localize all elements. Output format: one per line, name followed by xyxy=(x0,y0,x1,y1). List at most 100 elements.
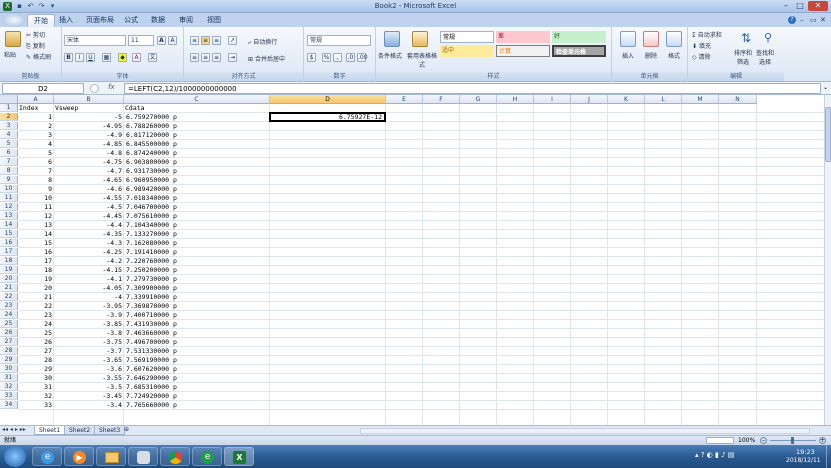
cell-index[interactable]: 31 xyxy=(20,383,52,391)
cell-index[interactable]: 20 xyxy=(20,284,52,292)
cell-vsweep[interactable]: -4.95 xyxy=(56,122,122,130)
row-header[interactable]: 11 xyxy=(0,194,18,202)
row-header[interactable]: 33 xyxy=(0,392,18,400)
cell-cdata[interactable]: 7.724920000 p xyxy=(126,392,268,400)
row-header[interactable]: 1 xyxy=(0,104,18,112)
chrome-taskbar-icon[interactable] xyxy=(160,447,190,466)
format-cells-icon[interactable] xyxy=(666,31,682,47)
cell-index[interactable]: 6 xyxy=(20,158,52,166)
ie-taskbar-icon[interactable]: e xyxy=(32,447,62,466)
column-header-g[interactable]: G xyxy=(460,95,497,104)
app-taskbar-icon[interactable] xyxy=(128,447,158,466)
row-header[interactable]: 18 xyxy=(0,257,18,265)
font-size-select[interactable]: 11 xyxy=(128,35,154,46)
find-select-label[interactable]: 查找和选择 xyxy=(754,48,776,66)
office-button[interactable] xyxy=(2,13,26,27)
cell-cdata[interactable]: 7.220760000 p xyxy=(126,257,268,265)
cell-vsweep[interactable]: -3.75 xyxy=(56,338,122,346)
sheet-tab-1[interactable]: Sheet1 xyxy=(34,426,66,435)
tab-page-layout[interactable]: 页面布局 xyxy=(80,14,120,27)
row-header[interactable]: 20 xyxy=(0,275,18,283)
cell-style-neutral[interactable]: 适中 xyxy=(440,45,494,57)
header-cell-cdata[interactable]: Cdata xyxy=(125,104,269,112)
undo-icon[interactable]: ↶ xyxy=(26,2,35,11)
paste-label[interactable]: 粘贴 xyxy=(4,50,16,59)
cell-index[interactable]: 4 xyxy=(20,140,52,148)
row-header[interactable]: 2 xyxy=(0,113,18,121)
column-header-h[interactable]: H xyxy=(497,95,534,104)
cell-vsweep[interactable]: -4.75 xyxy=(56,158,122,166)
row-header[interactable]: 6 xyxy=(0,149,18,157)
cell-cdata[interactable]: 7.339910000 p xyxy=(126,293,268,301)
cell-cdata[interactable]: 6.989420000 p xyxy=(126,185,268,193)
maximize-button[interactable]: □ xyxy=(794,1,806,11)
currency-icon[interactable]: $ xyxy=(307,53,316,62)
row-header[interactable]: 26 xyxy=(0,329,18,337)
cell-cdata[interactable]: 7.133270000 p xyxy=(126,230,268,238)
zoom-slider-thumb[interactable] xyxy=(791,437,794,444)
ribbon-close-icon[interactable]: ✕ xyxy=(820,16,826,24)
clear-button[interactable]: ◇ 清除 xyxy=(692,52,711,61)
redo-icon[interactable]: ↷ xyxy=(37,2,46,11)
cell-vsweep[interactable]: -4.2 xyxy=(56,257,122,265)
column-header-m[interactable]: M xyxy=(682,95,719,104)
cell-vsweep[interactable]: -3.8 xyxy=(56,329,122,337)
cell-vsweep[interactable]: -4.15 xyxy=(56,266,122,274)
merge-center-button[interactable]: ⊞ 合并后居中 xyxy=(248,54,285,63)
column-header-l[interactable]: L xyxy=(645,95,682,104)
row-header[interactable]: 9 xyxy=(0,176,18,184)
zoom-out-icon[interactable]: – xyxy=(760,437,767,444)
tab-review[interactable]: 审阅 xyxy=(173,14,199,27)
cell-cdata[interactable]: 6.788260000 p xyxy=(126,122,268,130)
sheet-tab-2[interactable]: Sheet2 xyxy=(64,426,96,435)
cell-vsweep[interactable]: -4.6 xyxy=(56,185,122,193)
ribbon-restore-icon[interactable]: ▭ xyxy=(810,16,817,24)
number-format-select[interactable]: 常规 xyxy=(307,35,371,46)
row-header[interactable]: 29 xyxy=(0,356,18,364)
cell-cdata[interactable]: 6.817120000 p xyxy=(126,131,268,139)
cell-index[interactable]: 33 xyxy=(20,401,52,409)
indent-icon[interactable]: ⇥ xyxy=(228,53,237,62)
vertical-scrollbar[interactable] xyxy=(824,95,831,425)
minimize-button[interactable]: – xyxy=(780,1,792,11)
cell-style-good[interactable]: 好 xyxy=(552,31,606,43)
column-header-a[interactable]: A xyxy=(18,95,54,104)
cell-vsweep[interactable]: -3.9 xyxy=(56,311,122,319)
cell-index[interactable]: 8 xyxy=(20,176,52,184)
paste-icon[interactable] xyxy=(5,31,21,47)
cell-vsweep[interactable]: -3.45 xyxy=(56,392,122,400)
clock-time[interactable]: 19:23 xyxy=(796,448,815,456)
cell-vsweep[interactable]: -4.65 xyxy=(56,176,122,184)
cell-index[interactable]: 15 xyxy=(20,239,52,247)
excel-taskbar-icon[interactable]: X xyxy=(224,447,254,466)
row-header[interactable]: 7 xyxy=(0,158,18,166)
cell-cdata[interactable]: 7.646290000 p xyxy=(126,374,268,382)
cell-index[interactable]: 7 xyxy=(20,167,52,175)
cell-cdata[interactable]: 7.191410000 p xyxy=(126,248,268,256)
cell-index[interactable]: 2 xyxy=(20,122,52,130)
cell-vsweep[interactable]: -3.4 xyxy=(56,401,122,409)
row-header[interactable]: 27 xyxy=(0,338,18,346)
tab-view[interactable]: 视图 xyxy=(201,14,227,27)
comma-button[interactable]: , xyxy=(333,53,342,62)
clock-date[interactable]: 2018/12/11 xyxy=(786,457,821,464)
row-header[interactable]: 16 xyxy=(0,239,18,247)
cell-cdata[interactable]: 6.931730000 p xyxy=(126,167,268,175)
scroll-thumb[interactable] xyxy=(825,107,831,162)
conditional-format-label[interactable]: 条件格式 xyxy=(378,51,402,60)
row-header[interactable]: 34 xyxy=(0,401,18,409)
cell-style-calculation[interactable]: 计算 xyxy=(496,45,550,57)
cell-index[interactable]: 1 xyxy=(20,113,52,121)
cell-cdata[interactable]: 7.531330000 p xyxy=(126,347,268,355)
row-header[interactable]: 21 xyxy=(0,284,18,292)
border-icon[interactable]: ▦ xyxy=(102,53,111,62)
cell-vsweep[interactable]: -3.7 xyxy=(56,347,122,355)
tab-data[interactable]: 数据 xyxy=(145,14,171,27)
header-cell-index[interactable]: Index xyxy=(19,104,53,112)
orientation-icon[interactable]: ↗ xyxy=(228,36,237,45)
excel-logo-icon[interactable]: X xyxy=(3,2,12,11)
save-icon[interactable]: ▪ xyxy=(15,2,24,11)
cell-cdata[interactable]: 7.250200000 p xyxy=(126,266,268,274)
cell-cdata[interactable]: 7.369870000 p xyxy=(126,302,268,310)
row-header[interactable]: 13 xyxy=(0,212,18,220)
